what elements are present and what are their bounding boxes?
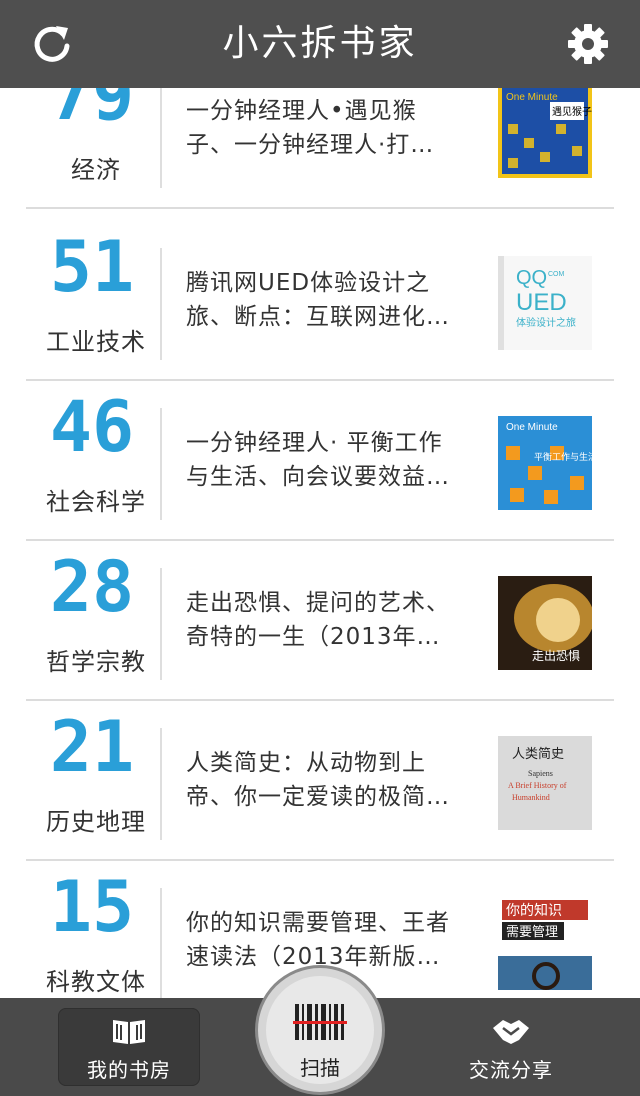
divider [160,408,162,520]
top-bar: 小六拆书家 [0,0,640,88]
category-label: 哲学宗教 [46,648,146,676]
book-titles: 一分钟经理人•遇见猴 子、一分钟经理人·打… [186,98,435,158]
svg-text:人类简史: 人类简史 [512,746,564,762]
book-cover: 人类简史 Sapiens A Brief History of Humankin… [498,736,592,830]
book-cover: One Minute 平衡工作与生活 [498,416,592,510]
book-cover: 走出恐惧 [498,576,592,670]
divider [160,728,162,840]
book-titles: 腾讯网UED体验设计之 旅、断点：互联网进化… [186,270,450,330]
tab-share[interactable]: 交流分享 [440,1008,582,1086]
svg-text:你的知识: 你的知识 [506,902,562,919]
svg-text:需要管理: 需要管理 [506,925,558,940]
settings-button[interactable] [566,22,610,66]
divider [160,248,162,360]
book-count: 21 [49,706,135,788]
refresh-button[interactable] [30,22,74,66]
book-cover: QQ COM UED 体验设计之旅 [498,256,592,350]
scan-button[interactable]: 扫描 [258,968,382,1092]
book-icon [113,1020,145,1044]
svg-text:Humankind: Humankind [512,793,550,802]
category-list[interactable]: 79 经济 一分钟经理人•遇见猴 子、一分钟经理人·打… One Minute … [0,88,640,998]
barcode-scan-icon [293,1004,347,1040]
divider [160,568,162,680]
svg-text:UED: UED [516,289,567,316]
list-item[interactable]: 79 经济 一分钟经理人•遇见猴 子、一分钟经理人·打… One Minute … [0,88,640,209]
svg-text:走出恐惧: 走出恐惧 [532,648,580,663]
divider [160,888,162,998]
book-titles: 一分钟经理人· 平衡工作 与生活、向会议要效益… [186,430,450,490]
svg-text:QQ: QQ [516,267,547,289]
book-titles: 人类简史：从动物到上 帝、你一定爱读的极简… [186,750,450,810]
category-label: 社会科学 [46,488,146,516]
app-title: 小六拆书家 [222,23,418,64]
svg-text:One Minute: One Minute [506,92,558,103]
divider [160,88,162,188]
book-count: 51 [49,226,135,308]
book-count: 15 [49,866,135,948]
book-cover: 你的知识 需要管理 [498,896,592,990]
tab-label: 我的书房 [87,1058,171,1082]
svg-text:One Minute: One Minute [506,422,558,433]
list-item[interactable]: 28 哲学宗教 走出恐惧、提问的艺术、 奇特的一生（2013年… 走出恐惧 [0,540,640,701]
gear-icon [568,24,608,64]
svg-text:Sapiens: Sapiens [528,769,553,778]
book-cover: One Minute 遇见猴子 [498,88,592,178]
svg-text:平衡工作与生活: 平衡工作与生活 [534,451,592,463]
list-item[interactable]: 51 工业技术 腾讯网UED体验设计之 旅、断点：互联网进化… QQ COM U… [0,220,640,381]
tab-label: 交流分享 [469,1058,553,1082]
book-count: 46 [49,386,135,468]
category-label: 历史地理 [46,808,146,836]
refresh-icon [34,26,70,62]
list-item[interactable]: 46 社会科学 一分钟经理人· 平衡工作 与生活、向会议要效益… One Min… [0,380,640,541]
svg-text:体验设计之旅: 体验设计之旅 [516,316,576,329]
book-titles: 你的知识需要管理、王者 速读法（2013年新版… [186,910,450,970]
svg-text:COM: COM [548,271,565,278]
category-label: 工业技术 [46,328,146,356]
category-label: 经济 [71,156,121,184]
book-titles: 走出恐惧、提问的艺术、 奇特的一生（2013年… [186,590,450,650]
svg-text:遇见猴子: 遇见猴子 [552,105,592,118]
book-count: 79 [49,88,135,136]
book-count: 28 [49,546,135,628]
tab-my-study[interactable]: 我的书房 [58,1008,200,1086]
category-label: 科教文体 [46,968,146,996]
svg-text:A Brief History of: A Brief History of [508,781,567,790]
scan-label: 扫描 [300,1056,340,1080]
handshake-icon [493,1020,529,1044]
list-item[interactable]: 21 历史地理 人类简史：从动物到上 帝、你一定爱读的极简… 人类简史 Sapi… [0,700,640,861]
